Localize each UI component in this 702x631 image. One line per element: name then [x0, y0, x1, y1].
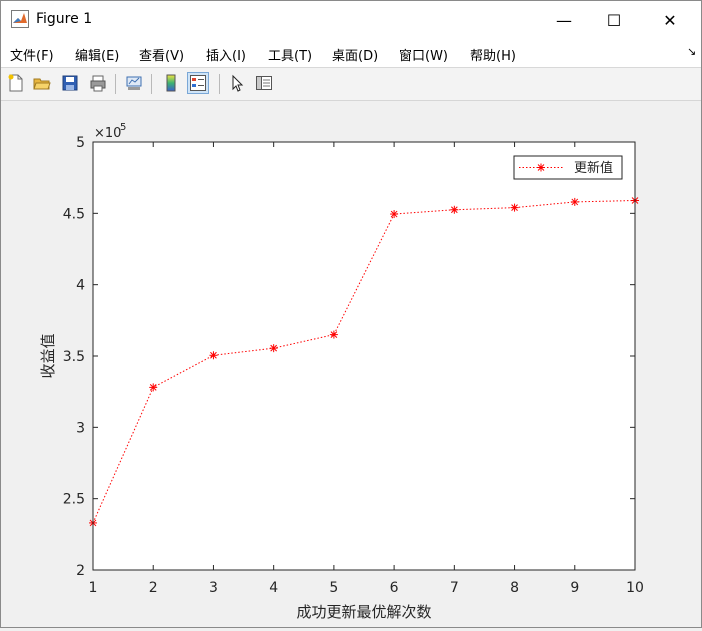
x-axis-label: 成功更新最优解次数: [296, 603, 431, 621]
matlab-icon: [11, 10, 29, 28]
close-button[interactable]: ✕: [647, 1, 693, 39]
x-tick-label: 3: [209, 580, 218, 596]
legend-icon[interactable]: [187, 72, 209, 94]
print-icon[interactable]: [87, 72, 109, 94]
window-title: Figure 1: [36, 11, 93, 27]
maximize-button[interactable]: ☐: [591, 1, 637, 39]
toolbar-separator: [115, 74, 116, 94]
menu-window[interactable]: 窗口(W): [399, 45, 448, 64]
link-plot-icon[interactable]: [123, 72, 145, 94]
figure-window: Figure 1 — ☐ ✕ 文件(F) 编辑(E) 查看(V) 插入(I) 工…: [0, 0, 702, 628]
y-exponent-base: ×10: [94, 126, 121, 141]
colorbar-icon[interactable]: [160, 72, 182, 94]
data-point: [510, 203, 519, 212]
toolbar: [1, 68, 701, 101]
y-tick-label: 2.5: [63, 492, 85, 508]
menu-edit[interactable]: 编辑(E): [75, 45, 119, 64]
data-point: [329, 330, 338, 339]
minimize-button[interactable]: —: [541, 1, 587, 39]
menu-tools[interactable]: 工具(T): [268, 45, 312, 64]
menu-view[interactable]: 查看(V): [139, 45, 184, 64]
x-tick-label: 10: [626, 580, 644, 596]
x-tick-label: 7: [450, 580, 459, 596]
x-tick-label: 2: [149, 580, 158, 596]
x-tick-label: 6: [390, 580, 399, 596]
data-point: [570, 197, 579, 206]
x-tick-label: 8: [510, 580, 519, 596]
y-tick-label: 2: [76, 563, 85, 579]
menu-desktop[interactable]: 桌面(D): [332, 45, 378, 64]
chart[interactable]: 1 2 3 4 5 6 7 8 9 1022.533.544.55 ×10 5 成功更新最优解次数…: [1, 101, 701, 627]
legend-marker: [537, 163, 545, 172]
y-axis-label: 收益值: [39, 333, 57, 378]
data-point: [269, 344, 278, 353]
open-file-icon[interactable]: [31, 72, 53, 94]
y-tick-label: 5: [76, 135, 85, 151]
x-tick-label: 9: [570, 580, 579, 596]
y-tick-label: 4: [76, 278, 85, 294]
save-icon[interactable]: [59, 72, 81, 94]
property-editor-icon[interactable]: [253, 72, 275, 94]
menu-insert[interactable]: 插入(I): [206, 45, 246, 64]
legend-label: 更新值: [574, 160, 613, 176]
y-tick-label: 4.5: [63, 206, 85, 222]
title-bar: Figure 1 — ☐ ✕: [1, 1, 701, 39]
toolbar-separator: [219, 74, 220, 94]
data-point: [149, 383, 158, 392]
legend[interactable]: 更新值: [513, 155, 623, 180]
data-point: [450, 205, 459, 214]
data-point: [390, 210, 399, 219]
y-tick-label: 3.5: [63, 349, 85, 365]
toolbar-separator: [151, 74, 152, 94]
legend-marker-star: [537, 163, 545, 172]
menu-file[interactable]: 文件(F): [10, 45, 54, 64]
x-tick-label: 1: [89, 580, 98, 596]
y-tick-label: 3: [76, 420, 85, 436]
menu-bar: 文件(F) 编辑(E) 查看(V) 插入(I) 工具(T) 桌面(D) 窗口(W…: [1, 39, 701, 68]
data-point: [209, 351, 218, 360]
new-figure-icon[interactable]: [5, 72, 27, 94]
menu-overflow-icon[interactable]: ↘: [687, 45, 696, 58]
x-tick-label: 5: [329, 580, 338, 596]
x-tick-label: 4: [269, 580, 278, 596]
menu-help[interactable]: 帮助(H): [470, 45, 516, 64]
figure-canvas: 1 2 3 4 5 6 7 8 9 10 2 2.5 3 3.5 4 4.5 5 ×10 5 成功更新最优解次数…: [1, 101, 701, 627]
y-exponent-power: 5: [120, 122, 126, 133]
pointer-icon[interactable]: [226, 72, 248, 94]
plot-area: [93, 142, 635, 570]
